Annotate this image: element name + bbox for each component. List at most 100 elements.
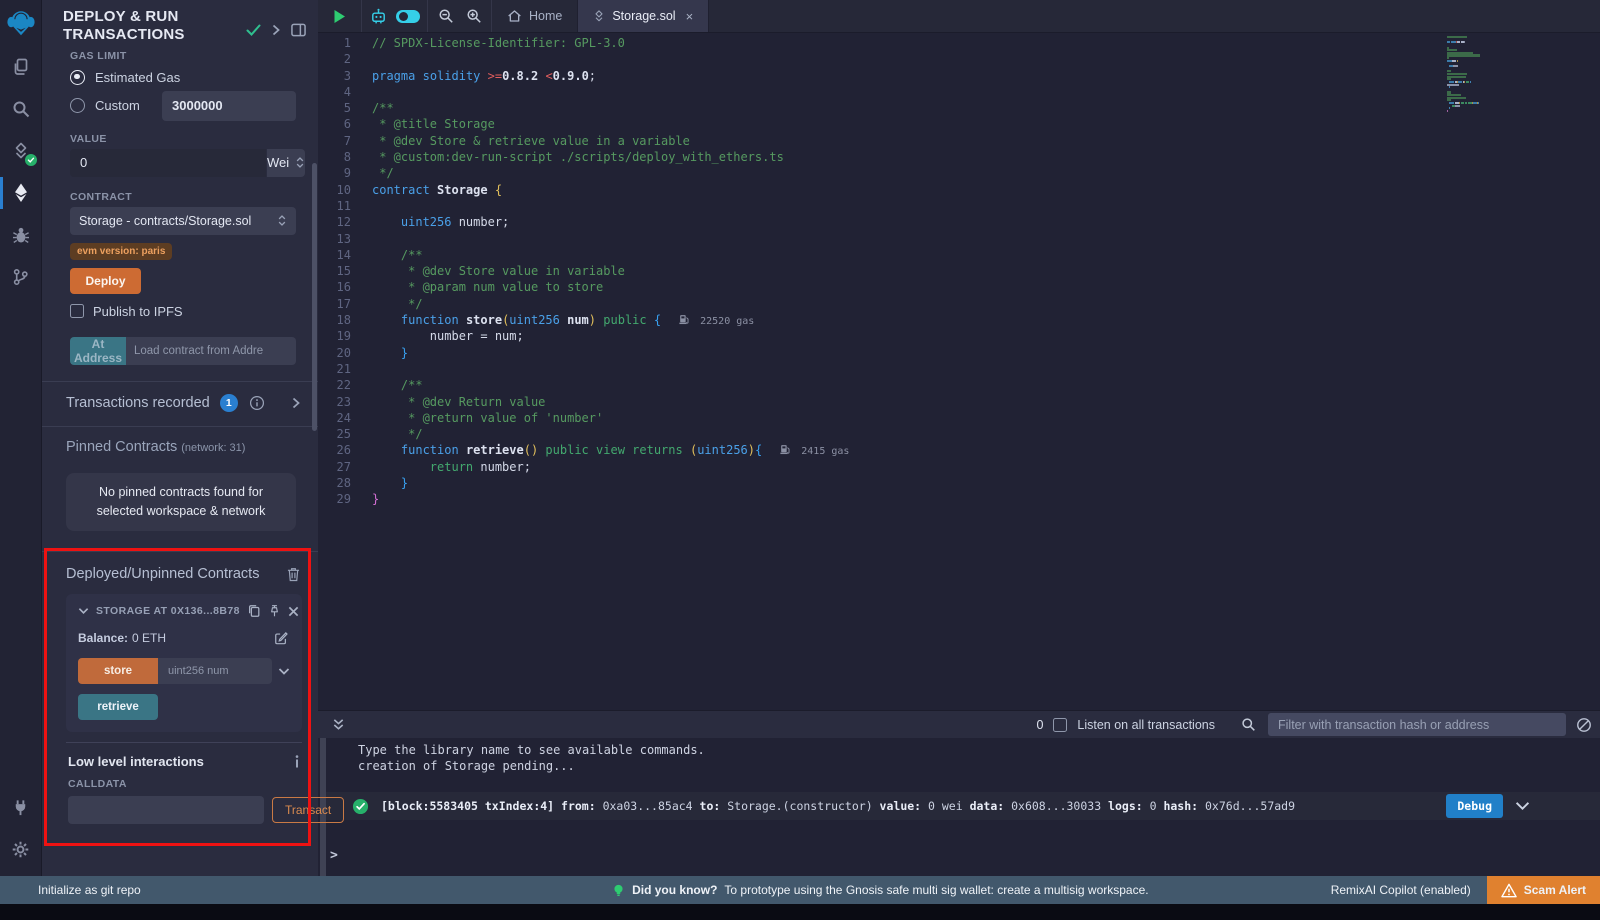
code-line-21[interactable]: 21 bbox=[318, 361, 1600, 377]
at-address-input[interactable] bbox=[126, 337, 296, 365]
code-line-7[interactable]: 7 * @dev Store & retrieve value in a var… bbox=[318, 133, 1600, 149]
publish-ipfs-checkbox[interactable] bbox=[70, 304, 84, 318]
code-editor[interactable]: 1// SPDX-License-Identifier: GPL-3.023pr… bbox=[318, 33, 1600, 710]
trash-icon[interactable] bbox=[287, 567, 300, 582]
ai-robot-icon[interactable] bbox=[369, 7, 388, 26]
plugin-manager-icon[interactable] bbox=[0, 786, 42, 828]
compile-success-badge bbox=[25, 154, 37, 166]
copy-icon[interactable] bbox=[247, 604, 261, 618]
git-icon[interactable] bbox=[0, 256, 42, 298]
estimated-gas-radio[interactable] bbox=[70, 70, 85, 85]
deployed-contracts-title: Deployed/Unpinned Contracts bbox=[66, 566, 287, 582]
code-line-17[interactable]: 17 */ bbox=[318, 296, 1600, 312]
panel-scrollbar[interactable] bbox=[312, 163, 317, 431]
debug-button[interactable]: Debug bbox=[1446, 794, 1503, 818]
stepper-icon bbox=[277, 214, 287, 227]
terminal-prompt[interactable]: > bbox=[330, 848, 338, 863]
zoom-in-icon[interactable] bbox=[466, 8, 482, 24]
contract-select[interactable]: Storage - contracts/Storage.sol bbox=[70, 207, 296, 235]
code-line-19[interactable]: 19 number = num; bbox=[318, 328, 1600, 344]
code-line-26[interactable]: 26 function retrieve() public view retur… bbox=[318, 442, 1600, 458]
code-line-25[interactable]: 25 */ bbox=[318, 426, 1600, 442]
deploy-button[interactable]: Deploy bbox=[70, 268, 141, 294]
custom-gas-radio[interactable] bbox=[70, 98, 85, 113]
code-line-8[interactable]: 8 * @custom:dev-run-script ./scripts/dep… bbox=[318, 149, 1600, 165]
code-line-13[interactable]: 13 bbox=[318, 231, 1600, 247]
custom-gas-input[interactable] bbox=[162, 91, 296, 121]
run-script-button[interactable] bbox=[318, 0, 362, 32]
code-line-12[interactable]: 12 uint256 number; bbox=[318, 214, 1600, 230]
remix-logo[interactable] bbox=[0, 0, 42, 46]
terminal[interactable]: Type the library name to see available c… bbox=[318, 738, 1600, 876]
copilot-status[interactable]: RemixAI Copilot (enabled) bbox=[1331, 883, 1487, 897]
code-line-14[interactable]: 14 /** bbox=[318, 247, 1600, 263]
pin-panel-icon[interactable] bbox=[291, 23, 306, 37]
evm-version-badge: evm version: paris bbox=[70, 243, 172, 260]
store-input[interactable] bbox=[158, 658, 272, 684]
chevron-down-icon[interactable] bbox=[278, 667, 290, 676]
solidity-compiler-icon[interactable] bbox=[0, 130, 42, 172]
search-icon[interactable] bbox=[0, 88, 42, 130]
code-line-1[interactable]: 1// SPDX-License-Identifier: GPL-3.0 bbox=[318, 35, 1600, 51]
file-explorer-icon[interactable] bbox=[0, 46, 42, 88]
value-label: VALUE bbox=[42, 133, 318, 145]
code-line-4[interactable]: 4 bbox=[318, 84, 1600, 100]
info-i-icon[interactable] bbox=[294, 755, 300, 769]
tx-expand-chevron-icon[interactable] bbox=[1515, 801, 1530, 811]
at-address-button[interactable]: At Address bbox=[70, 337, 126, 365]
code-line-15[interactable]: 15 * @dev Store value in variable bbox=[318, 263, 1600, 279]
pin-icon[interactable] bbox=[268, 604, 281, 618]
settings-gear-icon[interactable] bbox=[0, 828, 42, 870]
code-line-11[interactable]: 11 bbox=[318, 198, 1600, 214]
angle-double-down-icon[interactable] bbox=[332, 718, 345, 732]
tab-close-icon[interactable]: × bbox=[686, 9, 694, 24]
git-init-status[interactable]: Initialize as git repo bbox=[0, 883, 430, 897]
value-input[interactable] bbox=[70, 149, 266, 177]
transactions-recorded-label: Transactions recorded bbox=[66, 395, 210, 411]
terminal-filter-input[interactable] bbox=[1268, 713, 1566, 736]
listen-all-checkbox[interactable] bbox=[1053, 718, 1067, 732]
code-line-27[interactable]: 27 return number; bbox=[318, 459, 1600, 475]
code-line-6[interactable]: 6 * @title Storage bbox=[318, 116, 1600, 132]
code-line-5[interactable]: 5/** bbox=[318, 100, 1600, 116]
transaction-log-row[interactable]: [block:5583405 txIndex:4] from: 0xa03...… bbox=[326, 792, 1600, 820]
scam-alert-button[interactable]: Scam Alert bbox=[1487, 876, 1600, 904]
value-unit-label: Wei bbox=[267, 155, 289, 170]
code-line-18[interactable]: 18 function store(uint256 num) public { … bbox=[318, 312, 1600, 328]
clear-console-icon[interactable] bbox=[1576, 717, 1592, 733]
debugger-icon[interactable] bbox=[0, 214, 42, 256]
custom-gas-label: Custom bbox=[95, 98, 140, 113]
code-line-9[interactable]: 9 */ bbox=[318, 165, 1600, 181]
ai-copilot-toggle[interactable] bbox=[396, 10, 420, 23]
calldata-input[interactable] bbox=[68, 796, 264, 824]
minimap[interactable] bbox=[1447, 36, 1551, 113]
code-line-10[interactable]: 10contract Storage { bbox=[318, 182, 1600, 198]
code-line-2[interactable]: 2 bbox=[318, 51, 1600, 67]
code-line-16[interactable]: 16 * @param num value to store bbox=[318, 279, 1600, 295]
value-unit-select[interactable]: Wei bbox=[266, 149, 305, 177]
chevron-down-icon[interactable] bbox=[78, 607, 89, 615]
close-icon[interactable] bbox=[288, 606, 299, 617]
terminal-toolbar: 0 Listen on all transactions bbox=[318, 710, 1600, 738]
edit-icon[interactable] bbox=[274, 631, 288, 645]
deploy-run-icon[interactable] bbox=[0, 172, 42, 214]
tab-home[interactable]: Home bbox=[492, 0, 577, 32]
code-line-22[interactable]: 22 /** bbox=[318, 377, 1600, 393]
window-bottom-edge bbox=[0, 904, 1600, 920]
tab-storage-sol[interactable]: Storage.sol × bbox=[577, 0, 709, 32]
panel-expand-icon[interactable] bbox=[272, 24, 280, 36]
code-line-28[interactable]: 28 } bbox=[318, 475, 1600, 491]
retrieve-button[interactable]: retrieve bbox=[78, 694, 158, 720]
panel-check-icon bbox=[246, 24, 261, 36]
chevron-right-icon[interactable] bbox=[292, 397, 300, 409]
store-button[interactable]: store bbox=[78, 658, 158, 684]
code-line-24[interactable]: 24 * @return value of 'number' bbox=[318, 410, 1600, 426]
code-line-3[interactable]: 3pragma solidity >=0.8.2 <0.9.0; bbox=[318, 68, 1600, 84]
code-line-23[interactable]: 23 * @dev Return value bbox=[318, 394, 1600, 410]
transactions-count-badge: 1 bbox=[220, 394, 238, 412]
info-icon[interactable] bbox=[249, 395, 265, 411]
code-line-20[interactable]: 20 } bbox=[318, 345, 1600, 361]
zoom-out-icon[interactable] bbox=[438, 8, 454, 24]
transact-button[interactable]: Transact bbox=[272, 797, 344, 823]
code-line-29[interactable]: 29} bbox=[318, 491, 1600, 507]
